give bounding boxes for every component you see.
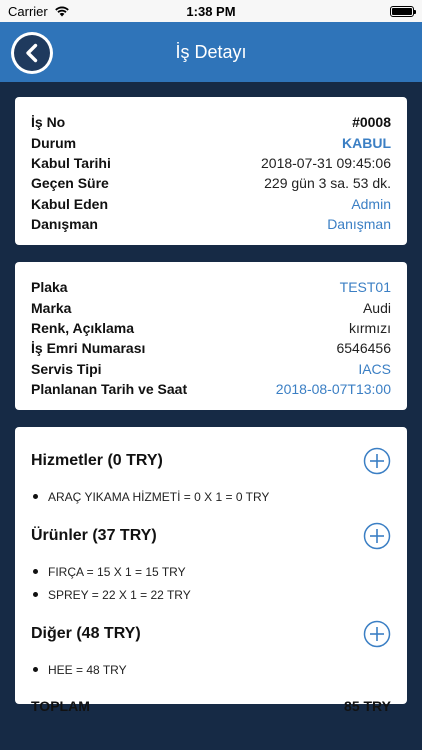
job-info-row: Danışman Danışman bbox=[31, 214, 391, 234]
cost-item-list: HEE = 48 TRY bbox=[31, 658, 391, 681]
status-bar: Carrier 1:38 PM bbox=[0, 0, 422, 22]
cost-section-title: Diğer (48 TRY) bbox=[31, 625, 141, 642]
vehicle-info-row: Renk, Açıklama kırmızı bbox=[31, 318, 391, 338]
cost-sections: Hizmetler (0 TRY) ARAÇ YIKAMA HİZMETİ = 0… bbox=[31, 443, 391, 681]
plus-circle-icon[interactable] bbox=[363, 620, 391, 648]
chevron-left-icon bbox=[26, 43, 38, 63]
list-item: ARAÇ YIKAMA HİZMETİ = 0 X 1 = 0 TRY bbox=[31, 485, 391, 508]
job-info-card: İş No #0008 Durum KABUL Kabul Tarihi 2018-07-… bbox=[15, 97, 407, 245]
job-info-label: Kabul Eden bbox=[31, 195, 109, 212]
cost-item-text: FIRÇA = 15 X 1 = 15 TRY bbox=[48, 564, 186, 579]
vehicle-info-row: Plaka TEST01 bbox=[31, 277, 391, 297]
cost-item-text: SPREY = 22 X 1 = 22 TRY bbox=[48, 587, 191, 602]
carrier-label: Carrier bbox=[8, 3, 48, 19]
vehicle-info-label: Renk, Açıklama bbox=[31, 319, 134, 336]
vehicle-info-label: Marka bbox=[31, 299, 72, 316]
cost-section-header: Diğer (48 TRY) bbox=[31, 616, 391, 652]
vehicle-info-value: kırmızı bbox=[349, 319, 391, 336]
list-item: FIRÇA = 15 X 1 = 15 TRY bbox=[31, 560, 391, 583]
bullet-icon bbox=[33, 667, 38, 672]
vehicle-info-value[interactable]: TEST01 bbox=[340, 279, 391, 295]
plus-circle-icon[interactable] bbox=[363, 522, 391, 550]
vehicle-info-value[interactable]: IACS bbox=[358, 361, 391, 377]
vehicle-info-row: Planlanan Tarih ve Saat 2018-08-07T13:00 bbox=[31, 379, 391, 399]
battery-fill bbox=[392, 7, 412, 15]
job-info-value: 2018-07-31 09:45:06 bbox=[261, 154, 391, 171]
vehicle-info-value: Audi bbox=[362, 299, 391, 316]
job-info-label: Durum bbox=[31, 134, 77, 151]
job-info-row: Kabul Eden Admin bbox=[31, 194, 391, 214]
page-title: İş Detayı bbox=[175, 41, 247, 62]
cost-section-header: Ürünler (37 TRY) bbox=[31, 518, 391, 554]
job-info-value[interactable]: KABUL bbox=[342, 135, 391, 151]
back-button[interactable] bbox=[11, 32, 53, 74]
cost-item-text: HEE = 48 TRY bbox=[48, 662, 127, 677]
wifi-icon bbox=[54, 6, 69, 17]
cost-section-title: Hizmetler (0 TRY) bbox=[31, 452, 163, 469]
vehicle-info-label: İş Emri Numarası bbox=[31, 340, 146, 357]
vehicle-info-label: Servis Tipi bbox=[31, 360, 102, 377]
vehicle-info-row: Servis Tipi IACS bbox=[31, 359, 391, 379]
cost-item-list: ARAÇ YIKAMA HİZMETİ = 0 X 1 = 0 TRY bbox=[31, 485, 391, 508]
vehicle-info-value: 6546456 bbox=[336, 340, 391, 357]
vehicle-info-label: Planlanan Tarih ve Saat bbox=[31, 381, 188, 398]
costs-card: Hizmetler (0 TRY) ARAÇ YIKAMA HİZMETİ = 0… bbox=[15, 427, 407, 714]
job-info-value[interactable]: Admin bbox=[351, 196, 391, 212]
bullet-icon bbox=[33, 494, 38, 499]
job-info-value[interactable]: Danışman bbox=[327, 216, 391, 232]
job-info-row: Durum KABUL bbox=[31, 132, 391, 152]
battery-icon bbox=[390, 5, 416, 17]
vehicle-info-value[interactable]: 2018-08-07T13:00 bbox=[276, 381, 391, 397]
cost-item-text: ARAÇ YIKAMA HİZMETİ = 0 X 1 = 0 TRY bbox=[48, 489, 270, 504]
job-info-label: Danışman bbox=[31, 216, 98, 233]
vehicle-info-card: Plaka TEST01 Marka Audi Renk, Açıklama kırmız… bbox=[15, 262, 407, 410]
bullet-icon bbox=[33, 592, 38, 597]
plus-circle-icon[interactable] bbox=[363, 447, 391, 475]
job-info-row: Kabul Tarihi 2018-07-31 09:45:06 bbox=[31, 153, 391, 173]
nav-bar: İş Detayı bbox=[0, 22, 422, 82]
job-info-label: Geçen Süre bbox=[31, 175, 109, 192]
job-info-value: #0008 bbox=[352, 114, 391, 131]
back-button-inner bbox=[14, 35, 50, 71]
job-info-label: İş No bbox=[31, 114, 66, 131]
total-label: TOPLAM bbox=[31, 698, 90, 714]
list-item: HEE = 48 TRY bbox=[31, 658, 391, 681]
job-info-row: İş No #0008 bbox=[31, 112, 391, 132]
cost-item-list: FIRÇA = 15 X 1 = 15 TRY SPREY = 22 X 1 = … bbox=[31, 560, 391, 606]
job-info-row: Geçen Süre 229 gün 3 sa. 53 dk. bbox=[31, 173, 391, 193]
total-row: TOPLAM 85 TRY bbox=[31, 691, 391, 721]
status-left: Carrier bbox=[8, 4, 70, 19]
cost-section-title: Ürünler (37 TRY) bbox=[31, 527, 157, 544]
cost-section-header: Hizmetler (0 TRY) bbox=[31, 443, 391, 479]
list-item: SPREY = 22 X 1 = 22 TRY bbox=[31, 583, 391, 606]
vehicle-info-label: Plaka bbox=[31, 279, 68, 296]
job-info-label: Kabul Tarihi bbox=[31, 154, 111, 171]
vehicle-info-row: İş Emri Numarası 6546456 bbox=[31, 338, 391, 358]
total-value: 85 TRY bbox=[344, 698, 391, 714]
vehicle-info-row: Marka Audi bbox=[31, 297, 391, 317]
job-info-value: 229 gün 3 sa. 53 dk. bbox=[264, 175, 391, 192]
bullet-icon bbox=[33, 569, 38, 574]
